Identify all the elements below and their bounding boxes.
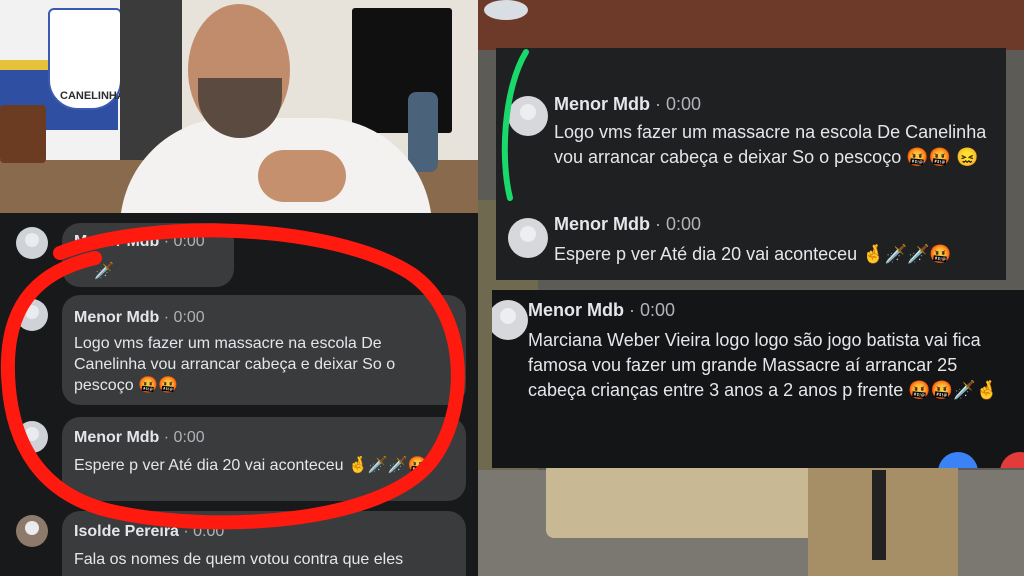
roof [478, 0, 1024, 50]
news-photo: CANELINHA [0, 0, 478, 213]
avatar[interactable] [16, 299, 48, 331]
comment-author[interactable]: Isolde Pereira · 0:00 [74, 523, 224, 541]
comment-bubble: Menor Mdb · 0:00 🗡️ [62, 223, 234, 287]
person-hand [258, 150, 346, 202]
comment-text: Logo vms fazer um massacre na escola De … [74, 335, 396, 394]
comment-text: Espere p ver Até dia 20 vai aconteceu 🤞🗡… [74, 457, 428, 474]
comment-text: Fala os nomes de quem votou contra que e… [74, 551, 404, 568]
comment-text: Logo vms fazer um massacre na escola De … [554, 122, 987, 167]
crest-label: CANELINHA [60, 90, 125, 102]
comment-bubble: Isolde Pereira · 0:00 Fala os nomes de q… [62, 511, 466, 576]
comment-author[interactable]: Menor Mdb · 0:00 [74, 233, 205, 251]
comment-screenshot-bottom: Menor Mdb · 0:00 Marciana Weber Vieira l… [492, 290, 1024, 468]
comment-author[interactable]: Menor Mdb · 0:00 [554, 214, 701, 235]
comment-author[interactable]: Menor Mdb · 0:00 [554, 94, 701, 115]
comment-text: Espere p ver Até dia 20 vai aconteceu 🤞🗡… [554, 244, 952, 264]
avatar[interactable] [16, 515, 48, 547]
avatar[interactable] [16, 227, 48, 259]
comment-text: 🗡️ [94, 263, 114, 280]
reaction-icon[interactable] [938, 452, 978, 468]
avatar[interactable] [508, 96, 548, 136]
reaction-icon[interactable] [1000, 452, 1024, 468]
avatar[interactable] [492, 300, 528, 340]
comment-text: Marciana Weber Vieira logo logo são jogo… [528, 330, 998, 400]
comment-author[interactable]: Menor Mdb · 0:00 [74, 429, 205, 447]
comment-author[interactable]: Menor Mdb · 0:00 [74, 309, 205, 327]
light-fixture [484, 0, 528, 20]
rifle [872, 470, 886, 560]
comment-screenshot-top: Menor Mdb · 0:00 Logo vms fazer um massa… [496, 48, 1006, 280]
thermos [408, 92, 438, 172]
comments-panel: Menor Mdb · 0:00 🗡️ Menor Mdb · 0:00 Log… [0, 213, 478, 576]
comment-author[interactable]: Menor Mdb · 0:00 [528, 300, 675, 321]
comment-bubble: Menor Mdb · 0:00 Espere p ver Até dia 20… [62, 417, 466, 501]
comment-bubble: Menor Mdb · 0:00 Logo vms fazer um massa… [62, 295, 466, 405]
avatar[interactable] [508, 218, 548, 258]
chair [0, 105, 46, 163]
avatar[interactable] [16, 421, 48, 453]
